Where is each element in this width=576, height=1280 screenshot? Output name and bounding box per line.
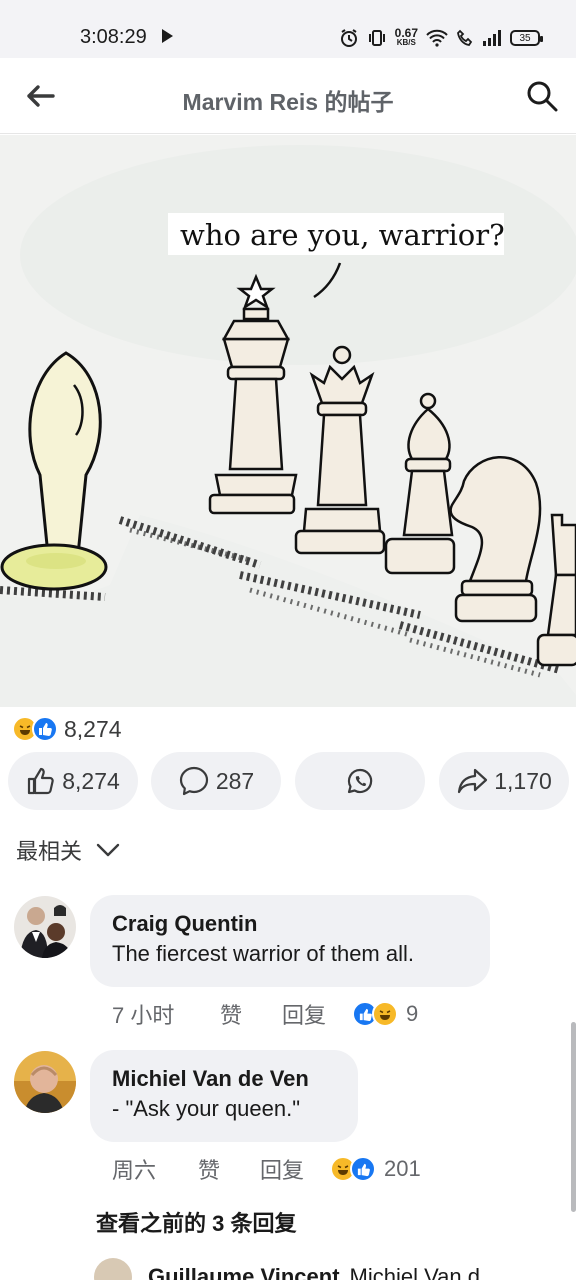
reply-text: Michiel Van d xyxy=(349,1264,480,1280)
comment-icon xyxy=(179,766,208,796)
haha-reaction-icon xyxy=(372,1001,398,1027)
comment-count: 287 xyxy=(215,767,255,794)
view-previous-replies-link[interactable]: 查看之前的 3 条回复 xyxy=(96,1206,296,1238)
whatsapp-icon xyxy=(347,768,373,794)
reply-preview-text: Guillaume Vincent Michiel Van d xyxy=(148,1264,480,1280)
like-reaction-icon xyxy=(350,1156,376,1182)
comment-time: 7 小时 xyxy=(112,1003,175,1028)
like-button[interactable]: 8,274 xyxy=(8,752,138,810)
search-icon xyxy=(527,81,558,112)
comment-text: The fiercest warrior of them all. xyxy=(112,941,414,966)
comment-reactions[interactable]: 201 xyxy=(330,1156,421,1182)
comment-button[interactable]: 287 xyxy=(151,752,281,810)
scrollbar[interactable] xyxy=(571,1022,576,1212)
comment-reaction-count: 201 xyxy=(384,1156,421,1181)
like-reaction-icon xyxy=(32,716,58,742)
share-count: 1,170 xyxy=(494,767,552,794)
comment-bubble[interactable]: Craig Quentin The fiercest warrior of th… xyxy=(90,895,490,987)
comment-like-button[interactable]: 赞 xyxy=(220,998,282,1030)
image-caption: who are you, warrior? xyxy=(180,218,505,252)
comment-time: 周六 xyxy=(112,1158,157,1183)
comment-reply-button[interactable]: 回复 xyxy=(260,1153,330,1185)
signal-icon xyxy=(483,30,501,46)
page-title: Marvim Reis 的帖子 xyxy=(182,89,394,115)
comment-sort-dropdown[interactable]: 最相关 xyxy=(16,834,120,866)
reply-author[interactable]: Guillaume Vincent xyxy=(148,1264,340,1280)
whatsapp-share-button[interactable] xyxy=(295,752,425,810)
avatar[interactable] xyxy=(14,896,76,958)
share-button[interactable]: 1,170 xyxy=(439,752,569,810)
comment-meta: 周六 赞 回复 201 xyxy=(112,1152,421,1186)
comment-bubble[interactable]: Michiel Van de Ven - "Ask your queen." xyxy=(90,1050,358,1142)
comment-reactions[interactable]: 9 xyxy=(352,1001,418,1027)
alarm-icon xyxy=(340,29,357,47)
search-button[interactable] xyxy=(522,76,562,116)
status-icons: 0.67 KB/S 35 xyxy=(339,24,543,52)
battery-icon: 35 xyxy=(510,30,543,46)
vibrate-icon xyxy=(368,30,385,46)
avatar[interactable] xyxy=(94,1258,132,1280)
reaction-summary[interactable]: 8,274 xyxy=(12,712,122,746)
chess-illustration: who are you, warrior? xyxy=(0,135,576,707)
chevron-down-icon xyxy=(96,843,120,857)
like-count: 8,274 xyxy=(62,767,120,794)
post-image[interactable]: who are you, warrior? xyxy=(0,135,576,707)
comment-reply-button[interactable]: 回复 xyxy=(282,998,352,1030)
comment-author[interactable]: Michiel Van de Ven xyxy=(112,1064,336,1094)
post-actions: 8,274 287 1,170 xyxy=(0,752,576,810)
reply-preview[interactable]: Guillaume Vincent Michiel Van d xyxy=(94,1258,576,1280)
comment-like-button[interactable]: 赞 xyxy=(198,1153,260,1185)
comment-reaction-count: 9 xyxy=(406,1001,419,1026)
thumbs-up-icon xyxy=(28,767,54,795)
comment-author[interactable]: Craig Quentin xyxy=(112,909,468,939)
share-arrow-icon xyxy=(458,768,488,794)
comment-text: - "Ask your queen." xyxy=(112,1096,301,1121)
comment-meta: 7 小时 赞 回复 9 xyxy=(112,997,418,1031)
reaction-count: 8,274 xyxy=(64,715,122,742)
wifi-icon xyxy=(426,29,448,47)
page-header: Marvim Reis 的帖子 xyxy=(0,58,576,134)
call-icon xyxy=(457,29,473,46)
status-bar: 3:08:29 0.67 KB/S 35 xyxy=(0,0,576,58)
status-time: 3:08:29 xyxy=(80,26,147,48)
avatar[interactable] xyxy=(14,1051,76,1113)
media-playing-icon xyxy=(162,29,173,43)
net-speed: 0.67 KB/S xyxy=(394,26,418,47)
sort-label: 最相关 xyxy=(16,839,83,864)
